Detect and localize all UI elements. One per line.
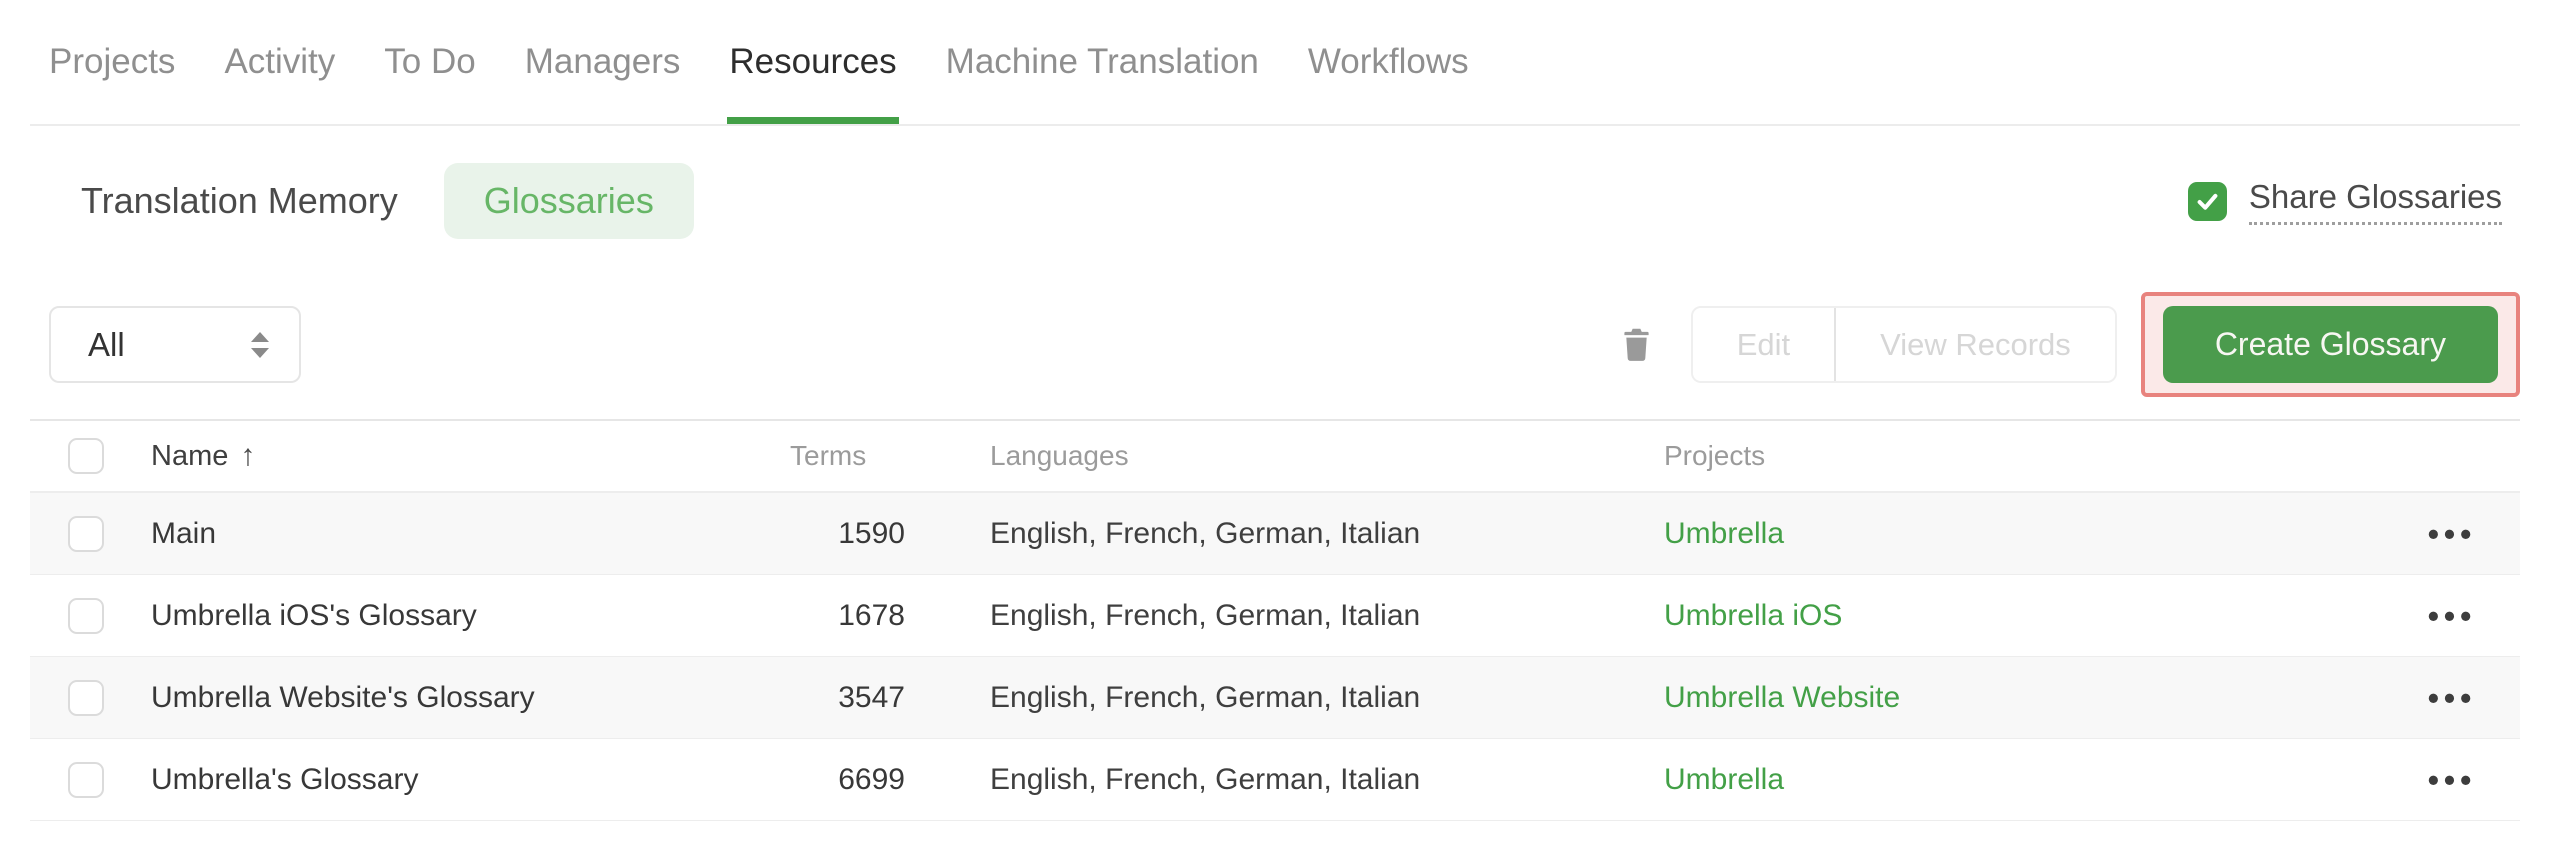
share-glossaries-toggle[interactable]: Share Glossaries xyxy=(2187,178,2502,225)
project-link[interactable]: Umbrella Website xyxy=(1664,681,1900,714)
share-glossaries-label[interactable]: Share Glossaries xyxy=(2248,178,2502,225)
glossary-languages: English, French, German, Italian xyxy=(990,598,1421,632)
row-checkbox[interactable] xyxy=(68,515,104,552)
glossary-project-cell: Umbrella xyxy=(1664,517,2384,551)
table-row: Umbrella's Glossary 6699 English, French… xyxy=(30,739,2520,821)
view-records-button[interactable]: View Records xyxy=(1834,308,2115,381)
toolbar-actions: Edit View Records Create Glossary xyxy=(1607,292,2520,397)
glossary-languages: English, French, German, Italian xyxy=(990,516,1421,550)
glossary-name: Main xyxy=(151,516,217,550)
delete-glossary-button[interactable] xyxy=(1607,315,1667,375)
checkmark-icon xyxy=(2197,193,2218,210)
row-checkbox[interactable] xyxy=(68,597,104,634)
resources-subnav: Translation Memory Glossaries Share Glos… xyxy=(30,162,2520,240)
tab-todo[interactable]: To Do xyxy=(384,0,475,124)
create-glossary-highlight-annotation: Create Glossary xyxy=(2140,292,2520,397)
create-glossary-button[interactable]: Create Glossary xyxy=(2162,306,2498,383)
glossary-languages: English, French, German, Italian xyxy=(990,762,1421,796)
glossary-languages: English, French, German, Italian xyxy=(990,680,1421,714)
subtab-translation-memory[interactable]: Translation Memory xyxy=(81,180,398,222)
row-checkbox[interactable] xyxy=(68,679,104,716)
column-header-languages: Languages xyxy=(990,440,1129,471)
tab-machine-translation[interactable]: Machine Translation xyxy=(946,0,1259,124)
tab-resources[interactable]: Resources xyxy=(727,0,899,124)
row-checkbox[interactable] xyxy=(68,761,104,798)
project-link[interactable]: Umbrella iOS xyxy=(1664,599,1842,632)
tab-workflows[interactable]: Workflows xyxy=(1308,0,1469,124)
glossary-name: Umbrella Website's Glossary xyxy=(151,680,535,714)
share-glossaries-checkbox[interactable] xyxy=(2187,181,2227,221)
glossary-project-cell: Umbrella iOS xyxy=(1664,599,2384,633)
glossaries-toolbar: All Edit View Records Create Glossary xyxy=(30,292,2520,397)
glossary-name: Umbrella's Glossary xyxy=(151,762,419,796)
row-menu-button[interactable]: ••• xyxy=(2422,672,2483,724)
glossary-terms-count: 1678 xyxy=(838,598,905,632)
select-all-checkbox[interactable] xyxy=(68,438,104,474)
project-link[interactable]: Umbrella xyxy=(1664,763,1784,796)
edit-button[interactable]: Edit xyxy=(1692,308,1835,381)
tab-projects[interactable]: Projects xyxy=(49,0,175,124)
edit-view-button-group: Edit View Records xyxy=(1690,306,2117,383)
name-header-label: Name xyxy=(151,439,229,472)
tab-activity[interactable]: Activity xyxy=(224,0,335,124)
trash-icon xyxy=(1624,328,1649,361)
column-header-name[interactable]: Name ↑ xyxy=(151,439,790,473)
table-row: Umbrella Website's Glossary 3547 English… xyxy=(30,657,2520,739)
column-header-projects: Projects xyxy=(1664,440,1766,471)
glossary-project-cell: Umbrella xyxy=(1664,763,2384,797)
select-caret-icon xyxy=(247,329,273,361)
table-row: Main 1590 English, French, German, Itali… xyxy=(30,493,2520,575)
glossary-terms-count: 1590 xyxy=(838,516,905,550)
column-header-terms: Terms xyxy=(790,440,867,471)
filter-selected-value: All xyxy=(88,325,125,363)
row-menu-button[interactable]: ••• xyxy=(2422,590,2483,642)
glossary-filter-select[interactable]: All xyxy=(49,306,301,383)
row-menu-button[interactable]: ••• xyxy=(2422,754,2483,806)
glossary-name: Umbrella iOS's Glossary xyxy=(151,598,477,632)
table-header-row: Name ↑ Terms Languages Projects xyxy=(30,421,2520,493)
glossary-project-cell: Umbrella Website xyxy=(1664,681,2384,715)
row-menu-button[interactable]: ••• xyxy=(2422,508,2483,560)
top-navigation: Projects Activity To Do Managers Resourc… xyxy=(30,0,2520,126)
subtab-glossaries[interactable]: Glossaries xyxy=(443,163,694,239)
sort-ascending-icon: ↑ xyxy=(240,439,256,472)
glossary-terms-count: 6699 xyxy=(838,762,905,796)
glossaries-table: Name ↑ Terms Languages Projects Main 159… xyxy=(30,419,2520,821)
table-row: Umbrella iOS's Glossary 1678 English, Fr… xyxy=(30,575,2520,657)
tab-managers[interactable]: Managers xyxy=(525,0,681,124)
glossary-terms-count: 3547 xyxy=(838,680,905,714)
project-link[interactable]: Umbrella xyxy=(1664,517,1784,550)
